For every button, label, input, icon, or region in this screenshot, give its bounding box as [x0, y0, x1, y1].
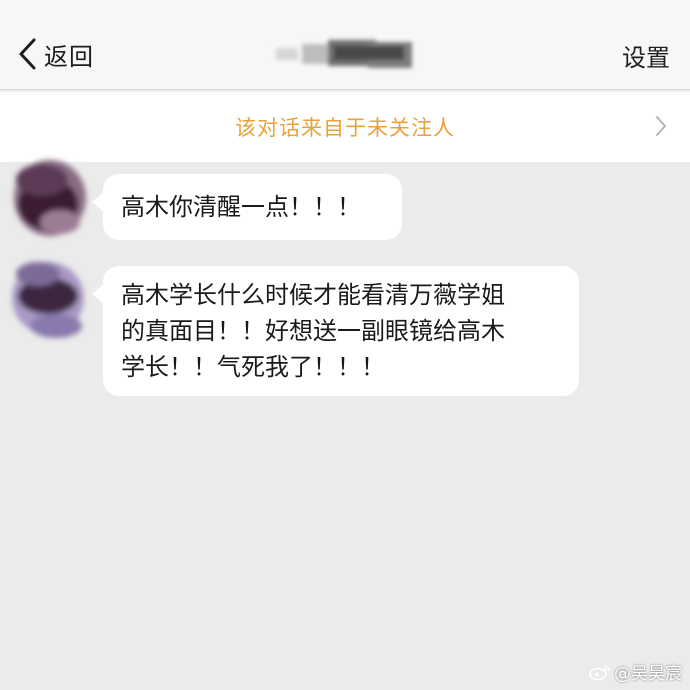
message-text-line: 的真面目！！好想送一副眼镜给高木: [121, 317, 505, 345]
notice-text: 该对话来自于未关注人: [235, 116, 455, 140]
chevron-right-icon: [656, 116, 666, 136]
back-button[interactable]: 返回: [14, 30, 94, 78]
avatar-image-redacted: [12, 262, 84, 338]
message-bubble[interactable]: 高木学长什么时候才能看清万薇学姐 的真面目！！好想送一副眼镜给高木 学长！！气死…: [92, 266, 579, 396]
watermark: @吴昊宸: [589, 659, 682, 684]
chevron-left-icon: [19, 38, 36, 70]
avatar-image-redacted: [14, 160, 86, 236]
watermark-text: @吴昊宸: [614, 664, 682, 684]
navigation-bar: 返回 设置: [0, 0, 690, 90]
settings-button[interactable]: 设置: [622, 38, 670, 73]
redaction-scribble: [276, 40, 412, 68]
avatar[interactable]: [2, 152, 92, 244]
message-text-line: 高木学长什么时候才能看清万薇学姐: [121, 281, 505, 309]
conversation-title-redacted: [268, 34, 428, 74]
message-text: 高木你清醒一点！！！: [121, 193, 361, 221]
message-text-line: 学长！！气死我了！！！: [121, 353, 385, 381]
message-bubble[interactable]: 高木你清醒一点！！！: [92, 174, 402, 240]
weibo-icon: [589, 664, 610, 680]
stranger-notice-bar[interactable]: 该对话来自于未关注人: [0, 92, 690, 162]
back-label: 返回: [44, 42, 94, 71]
avatar[interactable]: [2, 252, 92, 344]
